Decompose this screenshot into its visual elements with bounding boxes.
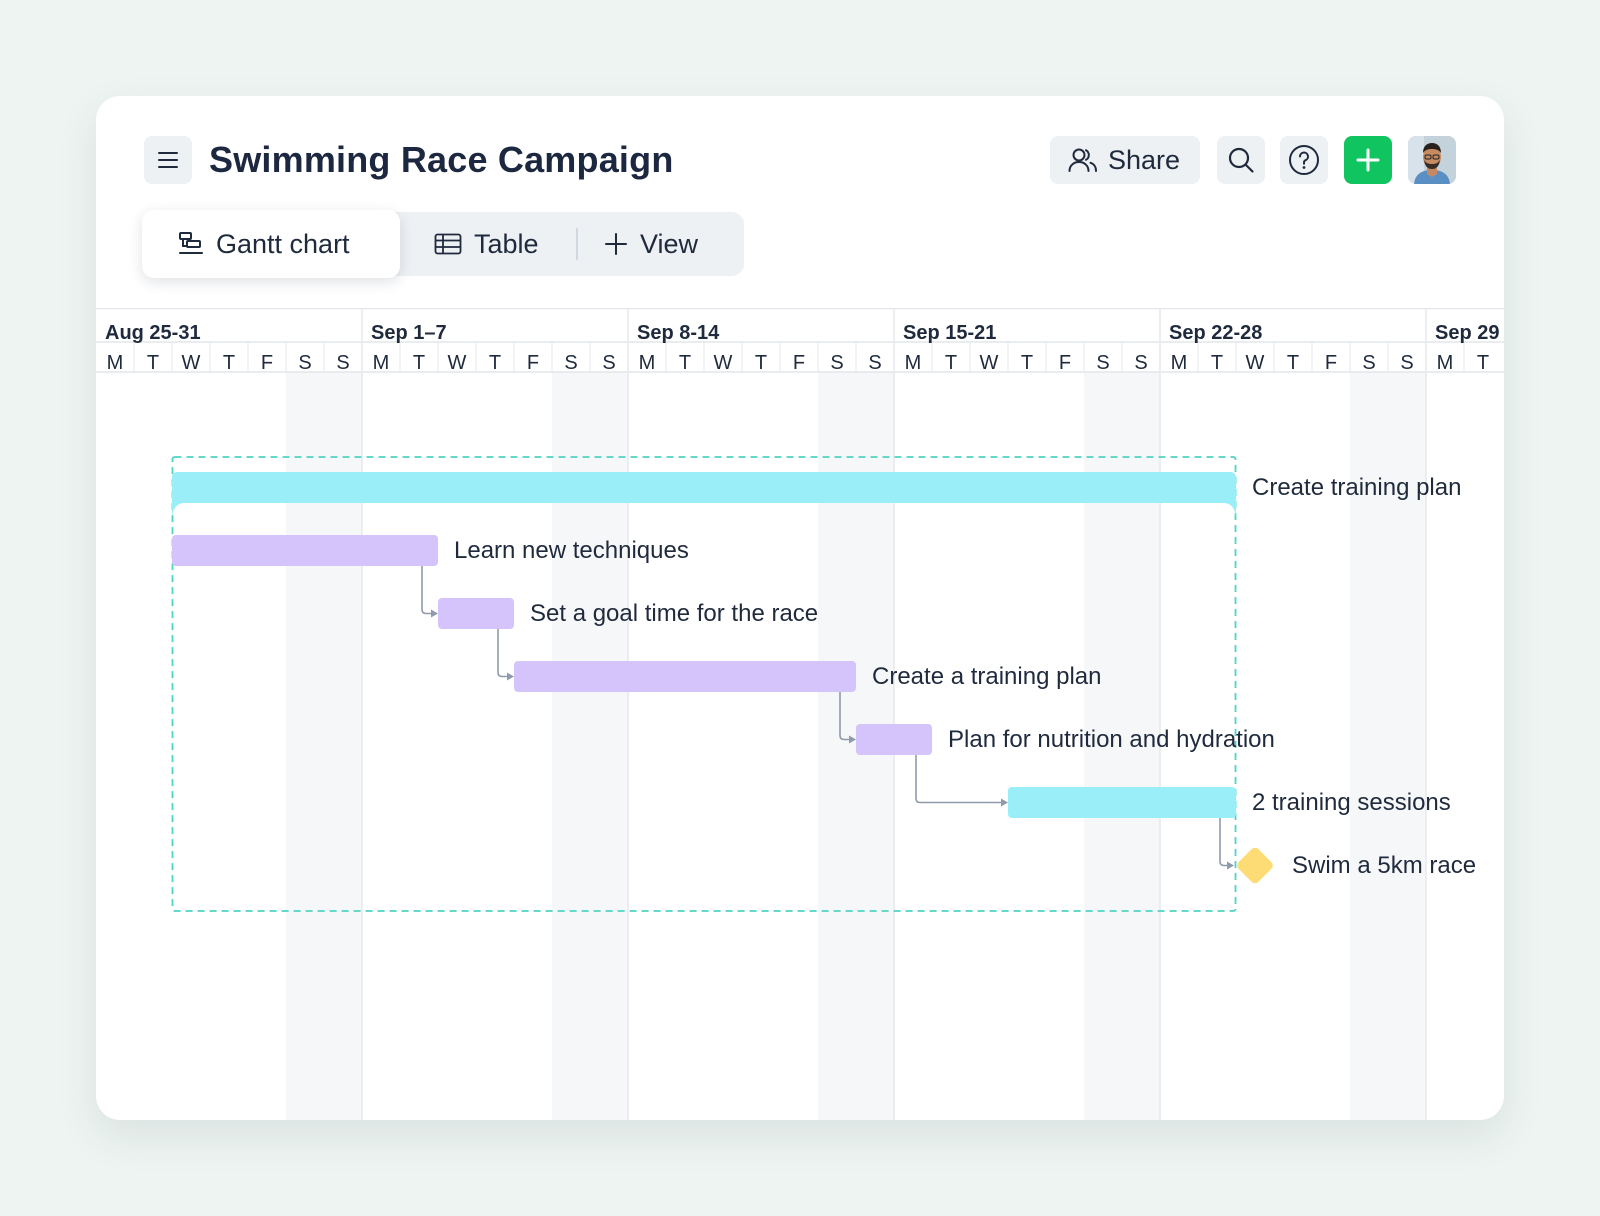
user-avatar-icon — [1408, 136, 1456, 184]
dependency-line — [421, 566, 432, 615]
day-label: T — [1210, 352, 1224, 374]
day-label: S — [1134, 352, 1148, 374]
day-label: M — [904, 352, 922, 374]
day-label: W — [713, 352, 733, 374]
tab-gantt-chart[interactable]: Gantt chart — [142, 210, 400, 278]
week-label: Sep 1–7 — [371, 322, 447, 344]
day-label: T — [754, 352, 768, 374]
hamburger-menu-icon — [158, 152, 178, 168]
dependency-arrow — [507, 672, 514, 681]
day-label: S — [1362, 352, 1376, 374]
day-label: T — [488, 352, 502, 374]
day-label: T — [1476, 352, 1490, 374]
day-label: T — [678, 352, 692, 374]
task-label[interactable]: Swim a 5km race — [1292, 851, 1476, 881]
day-label: F — [1058, 352, 1072, 374]
task-bar — [172, 535, 438, 566]
page-title: Swimming Race Campaign — [209, 139, 674, 180]
users-icon — [1068, 148, 1097, 172]
task-bar — [438, 598, 514, 629]
day-label: M — [1436, 352, 1454, 374]
week-label: Aug 25-31 — [105, 322, 201, 344]
task-label[interactable]: Create training plan — [1252, 473, 1461, 503]
help-circle-icon — [1289, 145, 1319, 175]
day-label: F — [792, 352, 806, 374]
day-label: S — [868, 352, 882, 374]
week-label: Sep 22-28 — [1169, 322, 1263, 344]
day-label: M — [106, 352, 124, 374]
plus-icon — [1356, 148, 1380, 172]
dependency-line — [1219, 818, 1228, 867]
dependency-arrow — [1001, 798, 1008, 807]
week-label: Sep 8-14 — [637, 322, 720, 344]
day-label: S — [1400, 352, 1414, 374]
day-label: T — [1020, 352, 1034, 374]
day-label: T — [222, 352, 236, 374]
day-label: S — [298, 352, 312, 374]
task-label[interactable]: 2 training sessions — [1252, 788, 1451, 818]
tab-table[interactable]: Table — [434, 210, 539, 278]
day-label: W — [447, 352, 467, 374]
day-label: F — [1324, 352, 1338, 374]
dependency-arrow — [431, 609, 438, 618]
gantt-chart: M T W T F S S M T W T F S S M T W T F S S M T W T F S S M T W T F S S M T Aug… — [96, 308, 1504, 1120]
gantt-icon — [179, 232, 203, 254]
day-label: M — [372, 352, 390, 374]
day-label: F — [260, 352, 274, 374]
help-button[interactable] — [1280, 136, 1328, 184]
search-icon — [1228, 147, 1254, 173]
milestone-diamond — [1237, 847, 1273, 884]
share-button[interactable]: Share — [1050, 136, 1200, 184]
day-label: W — [181, 352, 201, 374]
task-label[interactable]: Plan for nutrition and hydration — [948, 725, 1275, 755]
avatar[interactable] — [1408, 136, 1456, 184]
project-card: Swimming Race Campaign Share Gantt chart… — [96, 96, 1504, 1120]
day-label: S — [1096, 352, 1110, 374]
day-label: T — [944, 352, 958, 374]
table-icon — [434, 233, 462, 255]
day-label: T — [412, 352, 426, 374]
task-label[interactable]: Create a training plan — [872, 662, 1101, 692]
day-label: W — [979, 352, 999, 374]
plus-icon — [605, 233, 627, 255]
tab-divider — [576, 228, 578, 260]
add-button[interactable] — [1344, 136, 1392, 184]
add-view-button[interactable]: View — [604, 210, 698, 278]
week-label: Sep 29 — [1435, 322, 1500, 344]
day-label: S — [564, 352, 578, 374]
task-bar — [514, 661, 856, 692]
week-label: Sep 15-21 — [903, 322, 997, 344]
task-label[interactable]: Learn new techniques — [454, 536, 689, 566]
gantt-grid — [96, 308, 1504, 1120]
day-label: M — [1170, 352, 1188, 374]
tab-label: Table — [474, 228, 539, 259]
day-label: S — [830, 352, 844, 374]
tab-label: Gantt chart — [216, 228, 350, 259]
day-label: T — [146, 352, 160, 374]
day-label: S — [336, 352, 350, 374]
task-bar — [1008, 787, 1236, 818]
dependency-line — [915, 755, 1002, 804]
day-label: W — [1245, 352, 1265, 374]
dependency-line — [497, 629, 508, 678]
share-label: Share — [1108, 144, 1181, 175]
tab-label: View — [640, 228, 699, 259]
day-label: T — [1286, 352, 1300, 374]
day-label: S — [602, 352, 616, 374]
day-label: F — [526, 352, 540, 374]
task-bar — [856, 724, 932, 755]
search-button[interactable] — [1217, 136, 1265, 184]
day-label: M — [638, 352, 656, 374]
menu-button[interactable] — [144, 136, 192, 184]
task-label[interactable]: Set a goal time for the race — [530, 599, 818, 629]
dependency-arrow — [1227, 861, 1234, 870]
